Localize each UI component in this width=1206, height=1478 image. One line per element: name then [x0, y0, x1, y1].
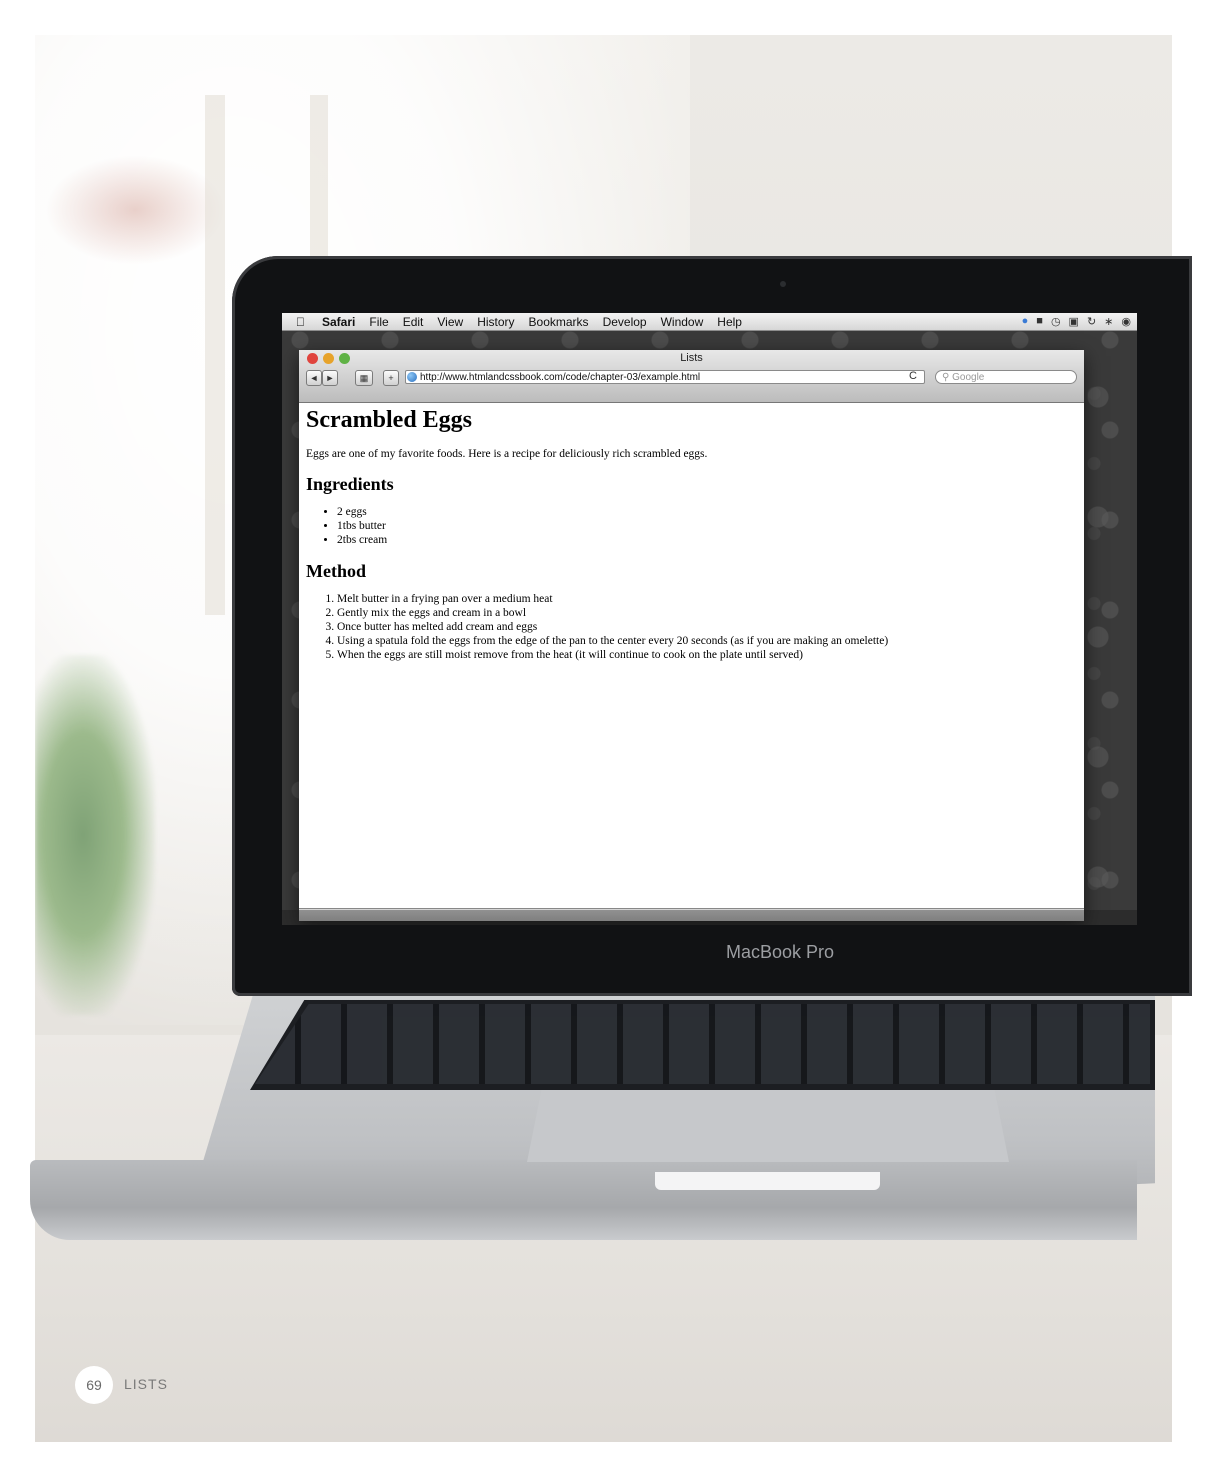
wifi-icon[interactable]: ◉: [1121, 315, 1131, 328]
dropbox-icon[interactable]: ●: [1022, 315, 1029, 328]
menu-bookmarks[interactable]: Bookmarks: [529, 315, 589, 329]
plant-blur: [35, 655, 155, 1015]
menu-edit[interactable]: Edit: [403, 315, 424, 329]
list-item: Melt butter in a frying pan over a mediu…: [337, 592, 1077, 606]
list-item: 2tbs cream: [337, 533, 1077, 547]
menu-file[interactable]: File: [369, 315, 388, 329]
safari-window: Lists ◄ ► ▦ + http://www.htmlandcssbook.…: [299, 350, 1084, 921]
menu-view[interactable]: View: [437, 315, 463, 329]
window-title: Lists: [680, 352, 703, 364]
forward-button[interactable]: ►: [322, 370, 338, 386]
trackpad: [527, 1090, 1009, 1162]
list-item: When the eggs are still moist remove fro…: [337, 648, 1077, 662]
background-blur: [45, 155, 225, 265]
method-heading: Method: [306, 561, 366, 581]
evernote-icon[interactable]: ■: [1036, 315, 1043, 328]
laptop-brand-label: MacBook Pro: [725, 942, 835, 962]
menu-history[interactable]: History: [477, 315, 514, 329]
list-item: Using a spatula fold the eggs from the e…: [337, 634, 1077, 648]
page-title: Scrambled Eggs: [306, 407, 473, 433]
add-bookmark-button[interactable]: +: [383, 370, 399, 386]
apple-logo-icon[interactable]: : [296, 315, 310, 329]
method-list: Melt butter in a frying pan over a mediu…: [306, 592, 1077, 662]
search-field[interactable]: ⚲ Google: [935, 370, 1077, 384]
display-icon[interactable]: ▣: [1069, 315, 1079, 328]
list-item: Once butter has melted add cream and egg…: [337, 620, 1077, 634]
back-button[interactable]: ◄: [306, 370, 322, 386]
time-machine-icon[interactable]: ◷: [1051, 315, 1061, 328]
menubar-status-area: ● ■ ◷ ▣ ↻ ∗ ◉: [1022, 315, 1131, 328]
keyboard: [255, 1004, 1150, 1084]
list-item: 2 eggs: [337, 505, 1077, 519]
laptop-screen:  Safari File Edit View History Bookmark…: [282, 313, 1137, 925]
bluetooth-icon[interactable]: ∗: [1104, 315, 1113, 328]
webcam-icon: [780, 281, 786, 287]
section-label: LISTS: [124, 1376, 168, 1392]
menu-help[interactable]: Help: [717, 315, 742, 329]
list-item: 1tbs butter: [337, 519, 1077, 533]
globe-icon: [407, 372, 417, 382]
browser-titlebar: Lists ◄ ► ▦ + http://www.htmlandcssbook.…: [299, 350, 1084, 403]
list-item: Gently mix the eggs and cream in a bowl: [337, 606, 1077, 620]
window-frame-bar: [205, 95, 225, 615]
screen-bottom-edge: [282, 910, 1137, 925]
lid-notch: [655, 1172, 880, 1190]
menu-safari[interactable]: Safari: [322, 315, 355, 329]
reload-button[interactable]: C: [909, 370, 917, 382]
intro-paragraph: Eggs are one of my favorite foods. Here …: [306, 448, 708, 460]
bookmarks-button[interactable]: ▦: [355, 370, 373, 386]
page-number-badge: 69: [75, 1366, 113, 1404]
search-icon: ⚲: [942, 372, 950, 383]
menu-develop[interactable]: Develop: [603, 315, 647, 329]
book-icon: ▦: [359, 373, 369, 383]
address-bar[interactable]: http://www.htmlandcssbook.com/code/chapt…: [405, 370, 925, 384]
laptop-front-edge: [30, 1160, 1137, 1240]
page-content: Scrambled Eggs Eggs are one of my favori…: [299, 403, 1084, 908]
mac-menubar:  Safari File Edit View History Bookmark…: [282, 313, 1137, 331]
menu-window[interactable]: Window: [661, 315, 704, 329]
sync-icon[interactable]: ↻: [1087, 315, 1096, 328]
ingredients-heading: Ingredients: [306, 474, 394, 494]
search-placeholder: Google: [952, 372, 985, 383]
ingredients-list: 2 eggs 1tbs butter 2tbs cream: [306, 505, 1077, 547]
